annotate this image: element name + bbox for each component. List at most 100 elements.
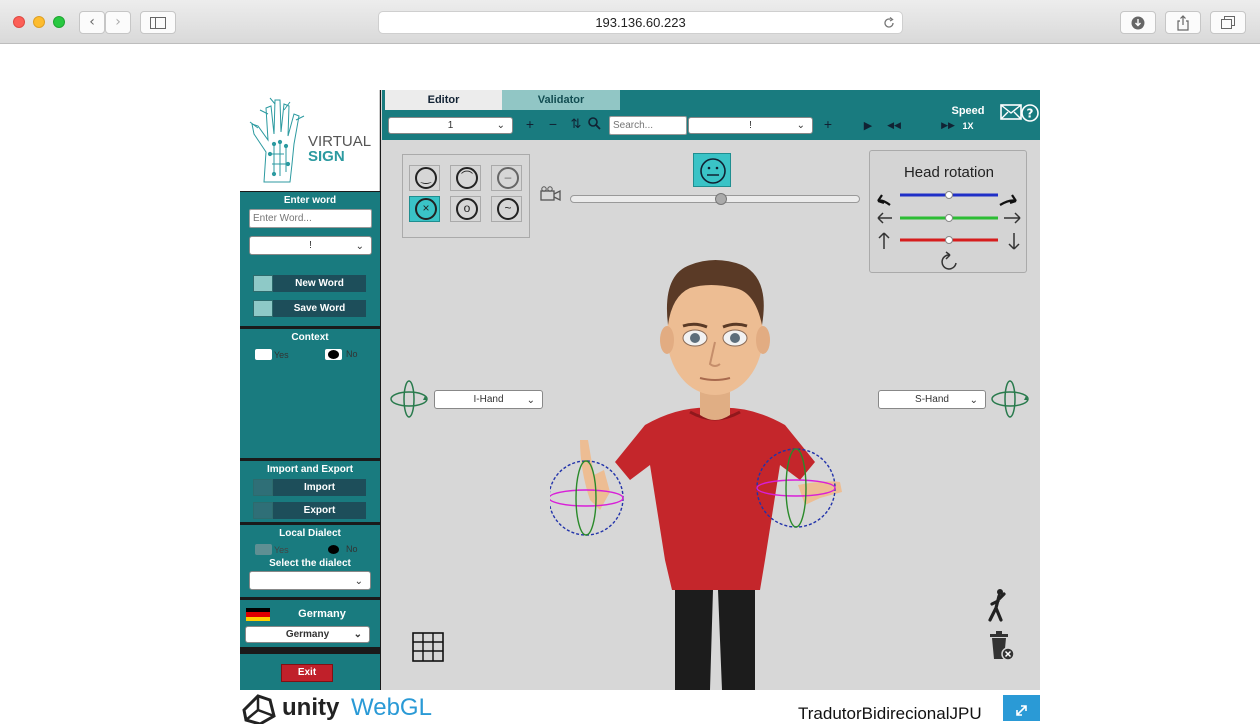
arrow-down-icon xyxy=(1008,233,1020,250)
context-yes-toggle[interactable] xyxy=(255,349,272,360)
export-button[interactable]: Export xyxy=(253,502,366,519)
face-sad-button[interactable]: ⌒ xyxy=(450,165,481,191)
arrow-up-icon xyxy=(878,232,890,249)
webgl-text: WebGL xyxy=(351,694,432,721)
country-label: Germany xyxy=(298,608,346,620)
dialect-no-toggle[interactable] xyxy=(325,544,342,555)
back-button[interactable]: ‹ xyxy=(79,11,105,34)
help-button[interactable]: ? xyxy=(1021,104,1039,127)
export-label: Export xyxy=(303,505,336,516)
tab-validator[interactable]: Validator xyxy=(502,90,620,110)
import-export-panel: Import and Export Import Export xyxy=(240,461,380,522)
sidebar-toggle-button[interactable] xyxy=(140,11,176,34)
tab-editor[interactable]: Editor xyxy=(385,90,502,110)
current-expression-indicator xyxy=(693,153,731,187)
project-name: TradutorBidirecionalJPU xyxy=(798,704,982,723)
unity-canvas[interactable]: VIRTUAL SIGN Enter word ! ⌄ New Word Sav… xyxy=(240,90,1040,690)
chevron-down-icon: ⌄ xyxy=(496,120,505,131)
head-rotation-controls[interactable] xyxy=(870,183,1028,273)
save-word-button[interactable]: Save Word xyxy=(253,300,366,317)
word-dropdown-value: ! xyxy=(309,240,312,251)
face-happy-button[interactable]: ‿ xyxy=(409,165,440,191)
search-input[interactable] xyxy=(609,116,687,135)
reload-icon[interactable] xyxy=(883,17,895,29)
right-hand-gizmo-icon[interactable] xyxy=(990,379,1030,419)
downloads-button[interactable] xyxy=(1120,11,1156,34)
rewind-button[interactable]: ◀◀ xyxy=(886,120,902,131)
germany-flag-icon xyxy=(246,608,270,621)
add-frame-button[interactable]: + xyxy=(522,116,538,132)
camera-zoom-handle[interactable] xyxy=(715,193,727,205)
left-hand-dropdown[interactable]: I-Hand ⌄ xyxy=(434,390,543,409)
context-panel: Context Yes No xyxy=(240,329,380,458)
feedback-button[interactable] xyxy=(1000,104,1022,125)
address-bar[interactable]: 193.136.60.223 xyxy=(378,11,903,34)
sort-arrows-icon: ⇅ xyxy=(570,116,582,131)
trash-icon xyxy=(990,631,1015,661)
search-icon xyxy=(587,117,601,130)
dialect-dropdown[interactable]: ⌄ xyxy=(249,571,371,590)
speed-value[interactable]: 1X xyxy=(956,121,980,131)
share-button[interactable] xyxy=(1165,11,1201,34)
head-rotation-panel: Head rotation xyxy=(869,150,1027,273)
face-surprised-button[interactable]: o xyxy=(450,196,481,222)
search-button[interactable] xyxy=(586,117,602,133)
frame-dropdown-value: 1 xyxy=(447,120,454,131)
animate-pose-button[interactable] xyxy=(986,588,1008,627)
close-window-button[interactable] xyxy=(13,16,25,28)
enter-word-title: Enter word xyxy=(283,195,337,206)
face-angry-button[interactable]: × xyxy=(409,196,440,222)
country-dropdown[interactable]: Germany ⌄ xyxy=(245,626,370,643)
sort-button[interactable]: ⇅ xyxy=(568,116,584,132)
fullscreen-button[interactable] xyxy=(1003,695,1040,721)
rotate-right-icon xyxy=(999,194,1017,206)
import-button[interactable]: Import xyxy=(253,479,366,496)
select-dialect-title: Select the dialect xyxy=(269,558,351,569)
right-hand-dropdown[interactable]: S-Hand ⌄ xyxy=(878,390,986,409)
add-sign-button[interactable]: + xyxy=(820,116,836,132)
hand-logo-icon xyxy=(249,97,305,183)
tabs-overview-button[interactable] xyxy=(1210,11,1246,34)
happy-face-icon: ‿ xyxy=(415,167,437,189)
camera-zoom-slider[interactable] xyxy=(570,193,860,205)
face-worried-button[interactable]: ~ xyxy=(491,196,522,222)
word-dropdown[interactable]: ! ⌄ xyxy=(249,236,372,255)
dialect-yes-toggle[interactable] xyxy=(255,544,272,555)
play-button[interactable]: ▶ xyxy=(860,119,876,132)
svg-text:?: ? xyxy=(1027,107,1034,121)
minimize-window-button[interactable] xyxy=(33,16,45,28)
new-word-button[interactable]: New Word xyxy=(253,275,366,292)
exit-button[interactable]: Exit xyxy=(281,664,333,682)
sidebar-icon xyxy=(150,17,166,29)
chevron-right-icon: › xyxy=(115,14,121,30)
tab-validator-label: Validator xyxy=(537,94,585,106)
zoom-window-button[interactable] xyxy=(53,16,65,28)
country-panel: Germany Germany ⌄ xyxy=(240,600,380,647)
word-input[interactable] xyxy=(249,209,372,228)
left-hand-gizmo-icon[interactable] xyxy=(389,379,429,419)
top-toolbar: Editor Validator 1 ⌄ + − ⇅ ! ⌄ + ▶ ◀◀ ▶▶… xyxy=(382,90,1040,140)
rotate-left-icon xyxy=(877,194,891,206)
url-text: 193.136.60.223 xyxy=(595,15,686,30)
tab-editor-label: Editor xyxy=(427,94,460,106)
face-neutral-button[interactable]: – xyxy=(491,165,522,191)
avatar-viewport[interactable]: ‿ ⌒ – × o ~ Head rotation I-Hand ⌄ S-Han… xyxy=(382,140,1040,690)
unity-logo-icon xyxy=(242,694,276,724)
remove-frame-button[interactable]: − xyxy=(545,116,561,132)
chevron-down-icon: ⌄ xyxy=(355,241,364,252)
worried-face-icon: ~ xyxy=(497,198,519,220)
frame-dropdown[interactable]: 1 ⌄ xyxy=(388,117,513,134)
context-title: Context xyxy=(291,332,329,343)
grid-toggle-button[interactable] xyxy=(412,632,444,667)
sad-face-icon: ⌒ xyxy=(456,167,478,189)
fast-forward-button[interactable]: ▶▶ xyxy=(940,120,956,131)
forward-button[interactable]: › xyxy=(105,11,131,34)
import-icon xyxy=(253,479,273,496)
local-dialect-panel: Local Dialect Yes No Select the dialect … xyxy=(240,525,380,597)
context-no-toggle[interactable] xyxy=(325,349,342,360)
arrow-right-icon xyxy=(1004,212,1021,224)
delete-pose-button[interactable] xyxy=(987,630,1015,667)
sign-dropdown[interactable]: ! ⌄ xyxy=(688,117,813,134)
right-hand-dropdown-value: S-Hand xyxy=(915,394,949,405)
export-icon xyxy=(253,502,273,519)
